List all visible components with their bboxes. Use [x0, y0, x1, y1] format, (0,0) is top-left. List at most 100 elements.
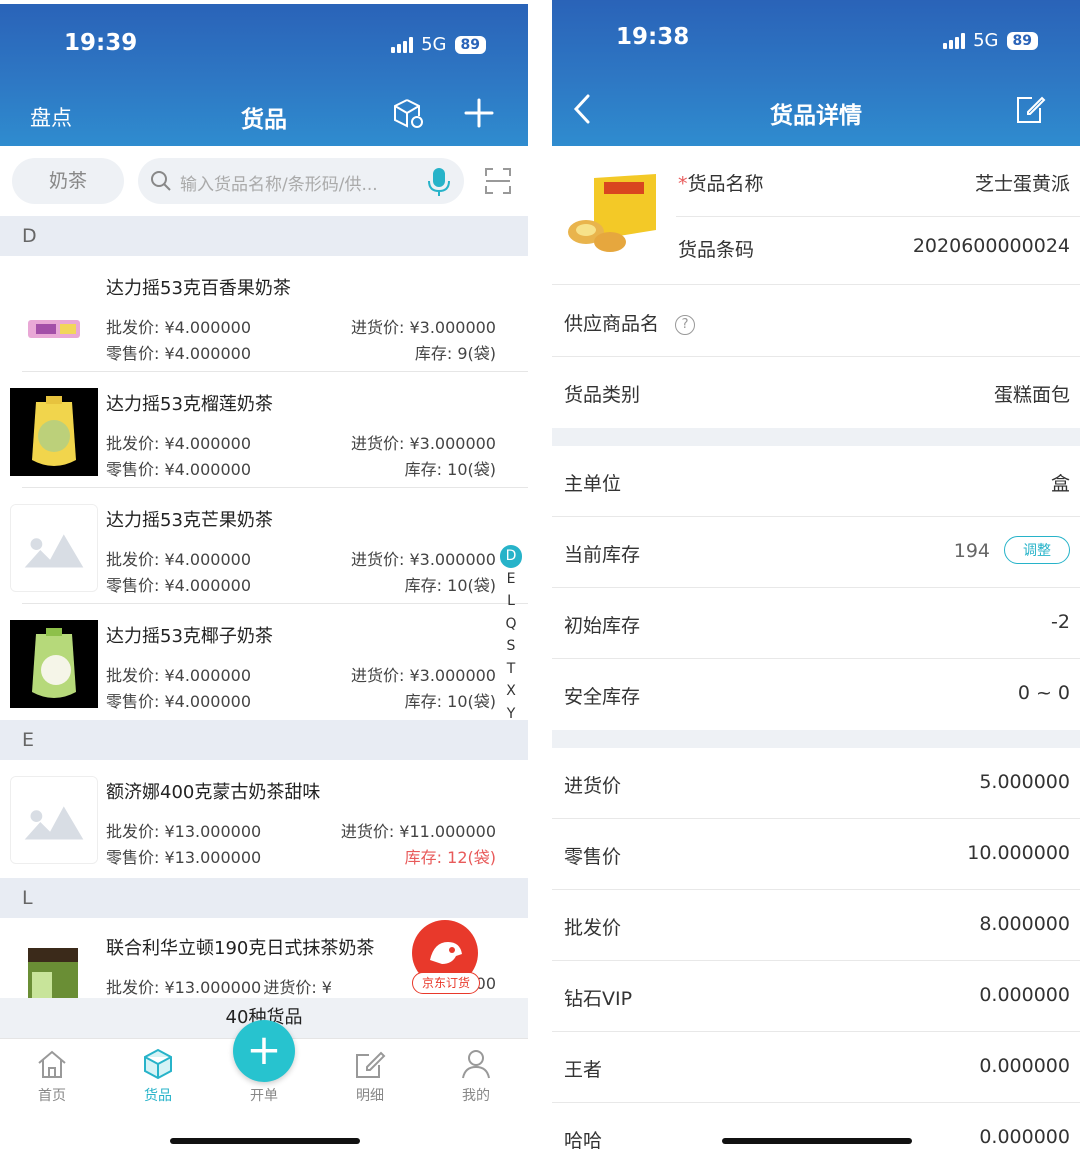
status-time: 19:39 [64, 30, 138, 56]
tab-label: 开单 [250, 1088, 278, 1104]
product-image [564, 168, 660, 258]
adjust-stock-button[interactable]: 调整 [1004, 536, 1070, 564]
barcode-value: 2020600000024 [912, 235, 1070, 257]
purchase-price-row[interactable]: 进货价 5.000000 [552, 748, 1080, 819]
tab-label: 首页 [38, 1088, 66, 1104]
add-icon[interactable] [462, 96, 496, 130]
field-label: 货品条码 [678, 239, 755, 261]
section-header-l: L [0, 878, 528, 918]
tab-label: 我的 [462, 1088, 490, 1104]
list-item[interactable]: 达力摇53克榴莲奶茶 批发价: ¥4.000000 零售价: ¥4.000000… [0, 372, 528, 488]
initial-stock-row[interactable]: 初始库存 -2 [552, 588, 1080, 659]
field-value: 0.000000 [979, 984, 1070, 1006]
tab-details[interactable]: 明细 [330, 1047, 410, 1105]
category-row[interactable]: 货品类别 蛋糕面包 [552, 357, 1080, 428]
goods-detail-screen: 19:38 5G 89 货品详情 *货品名称 芝士蛋黄派 货品条码 202060… [552, 0, 1080, 1158]
search-input[interactable]: 输入货品名称/条形码/供... [138, 158, 464, 204]
field-value: 蛋糕面包 [993, 384, 1070, 406]
stock: 库存: 10(袋) [404, 692, 496, 711]
wholesale-price-row[interactable]: 批发价 8.000000 [552, 890, 1080, 961]
wholesale-price: 批发价: ¥4.000000 [106, 666, 252, 685]
home-indicator [722, 1138, 912, 1144]
alphabet-index[interactable]: D E L Q S T X Y [500, 545, 522, 725]
header: 19:39 5G 89 盘点 货品 [0, 4, 528, 146]
field-value: 0 ~ 0 [1017, 682, 1070, 704]
category-chip[interactable]: 奶茶 [12, 158, 124, 204]
retail-price: 零售价: ¥4.000000 [106, 692, 252, 711]
tab-home[interactable]: 首页 [12, 1047, 92, 1105]
field-value: 0.000000 [979, 1126, 1070, 1148]
stock-warning: 库存: 12(袋) [404, 848, 496, 867]
current-stock-row: 当前库存 194 调整 [552, 517, 1080, 588]
cube-settings-icon[interactable] [392, 96, 426, 130]
search-placeholder: 输入货品名称/条形码/供... [180, 175, 378, 195]
index-letter[interactable]: E [500, 568, 522, 591]
cube-icon [144, 1048, 172, 1080]
stock: 库存: 9(袋) [414, 344, 496, 363]
placeholder-image-icon [10, 776, 98, 864]
retail-price: 零售价: ¥4.000000 [106, 576, 252, 595]
battery-icon: 89 [454, 35, 486, 54]
safety-stock-row[interactable]: 安全库存 0 ~ 0 [552, 659, 1080, 730]
status-bar-right: 5G 89 [943, 30, 1038, 51]
name-row: *货品名称 芝士蛋黄派 [676, 146, 1080, 217]
field-label: 零售价 [564, 846, 622, 868]
list-item[interactable]: 达力摇53克椰子奶茶 批发价: ¥4.000000 零售价: ¥4.000000… [0, 604, 528, 720]
haha-price-row[interactable]: 哈哈 0.000000 [552, 1103, 1080, 1158]
tab-me[interactable]: 我的 [436, 1047, 516, 1105]
product-name: 达力摇53克椰子奶茶 [106, 626, 273, 647]
scan-icon[interactable] [484, 167, 512, 195]
index-letter[interactable]: T [500, 658, 522, 681]
index-letter[interactable]: S [500, 635, 522, 658]
microphone-icon[interactable] [426, 166, 452, 198]
product-name: 联合利华立顿190克日式抹茶奶茶 [106, 938, 375, 959]
header: 19:38 5G 89 货品详情 [552, 0, 1080, 146]
list-item[interactable]: 额济娜400克蒙古奶茶甜味 批发价: ¥13.000000 零售价: ¥13.0… [0, 760, 528, 876]
jd-order-button[interactable]: 京东订货 [410, 920, 480, 994]
product-name: 达力摇53克百香果奶茶 [106, 278, 291, 299]
retail-price: 零售价: ¥4.000000 [106, 344, 252, 363]
create-order-button[interactable]: + [233, 1020, 295, 1082]
field-label: 王者 [564, 1059, 603, 1081]
wholesale-price: 批发价: ¥4.000000 [106, 318, 252, 337]
purchase-price: 进货价: ¥3.000000 [350, 318, 496, 337]
help-icon[interactable]: ? [675, 315, 696, 335]
stock: 库存: 10(袋) [404, 460, 496, 479]
page-title: 货品 [241, 107, 287, 133]
required-mark: * [678, 173, 688, 195]
king-price-row[interactable]: 王者 0.000000 [552, 1032, 1080, 1103]
main-unit-row[interactable]: 主单位 盒 [552, 446, 1080, 517]
goods-list-screen: 19:39 5G 89 盘点 货品 奶茶 输入货品名称/条形码/供... D 达… [0, 0, 528, 1158]
index-letter[interactable]: Q [500, 613, 522, 636]
list-item[interactable]: 达力摇53克芒果奶茶 批发价: ¥4.000000 零售价: ¥4.000000… [0, 488, 528, 604]
divider [552, 284, 1080, 285]
supplier-name-row[interactable]: 供应商品名? [552, 286, 1080, 357]
retail-price-row[interactable]: 零售价 10.000000 [552, 819, 1080, 890]
section-header-e: E [0, 720, 528, 760]
list-item[interactable]: 达力摇53克百香果奶茶 批发价: ¥4.000000 零售价: ¥4.00000… [0, 256, 528, 372]
network-label: 5G [421, 34, 447, 55]
home-indicator [170, 1138, 360, 1144]
status-bar-right: 5G 89 [391, 34, 486, 55]
index-letter[interactable]: L [500, 590, 522, 613]
search-icon [151, 171, 171, 191]
product-image [10, 272, 98, 360]
edit-icon[interactable] [1014, 92, 1048, 126]
field-label: 进货价 [564, 775, 622, 797]
tab-goods[interactable]: 货品 [118, 1047, 198, 1105]
field-label: 货品类别 [564, 384, 641, 406]
index-letter[interactable]: D [500, 545, 522, 568]
field-label: 当前库存 [564, 544, 641, 566]
field-label: 安全库存 [564, 686, 641, 708]
wholesale-price: 批发价: ¥13.000000 [106, 822, 262, 841]
index-letter[interactable]: X [500, 680, 522, 703]
field-label: 货品名称 [687, 173, 764, 195]
network-label: 5G [973, 30, 999, 51]
field-value: 0.000000 [979, 1055, 1070, 1077]
field-value: 5.000000 [979, 771, 1070, 793]
index-letter[interactable]: Y [500, 703, 522, 726]
diamond-vip-price-row[interactable]: 钻石VIP 0.000000 [552, 961, 1080, 1032]
field-value: 194 [953, 540, 990, 562]
purchase-price: 进货价: ¥11.000000 [340, 822, 496, 841]
product-name: 额济娜400克蒙古奶茶甜味 [106, 782, 321, 803]
